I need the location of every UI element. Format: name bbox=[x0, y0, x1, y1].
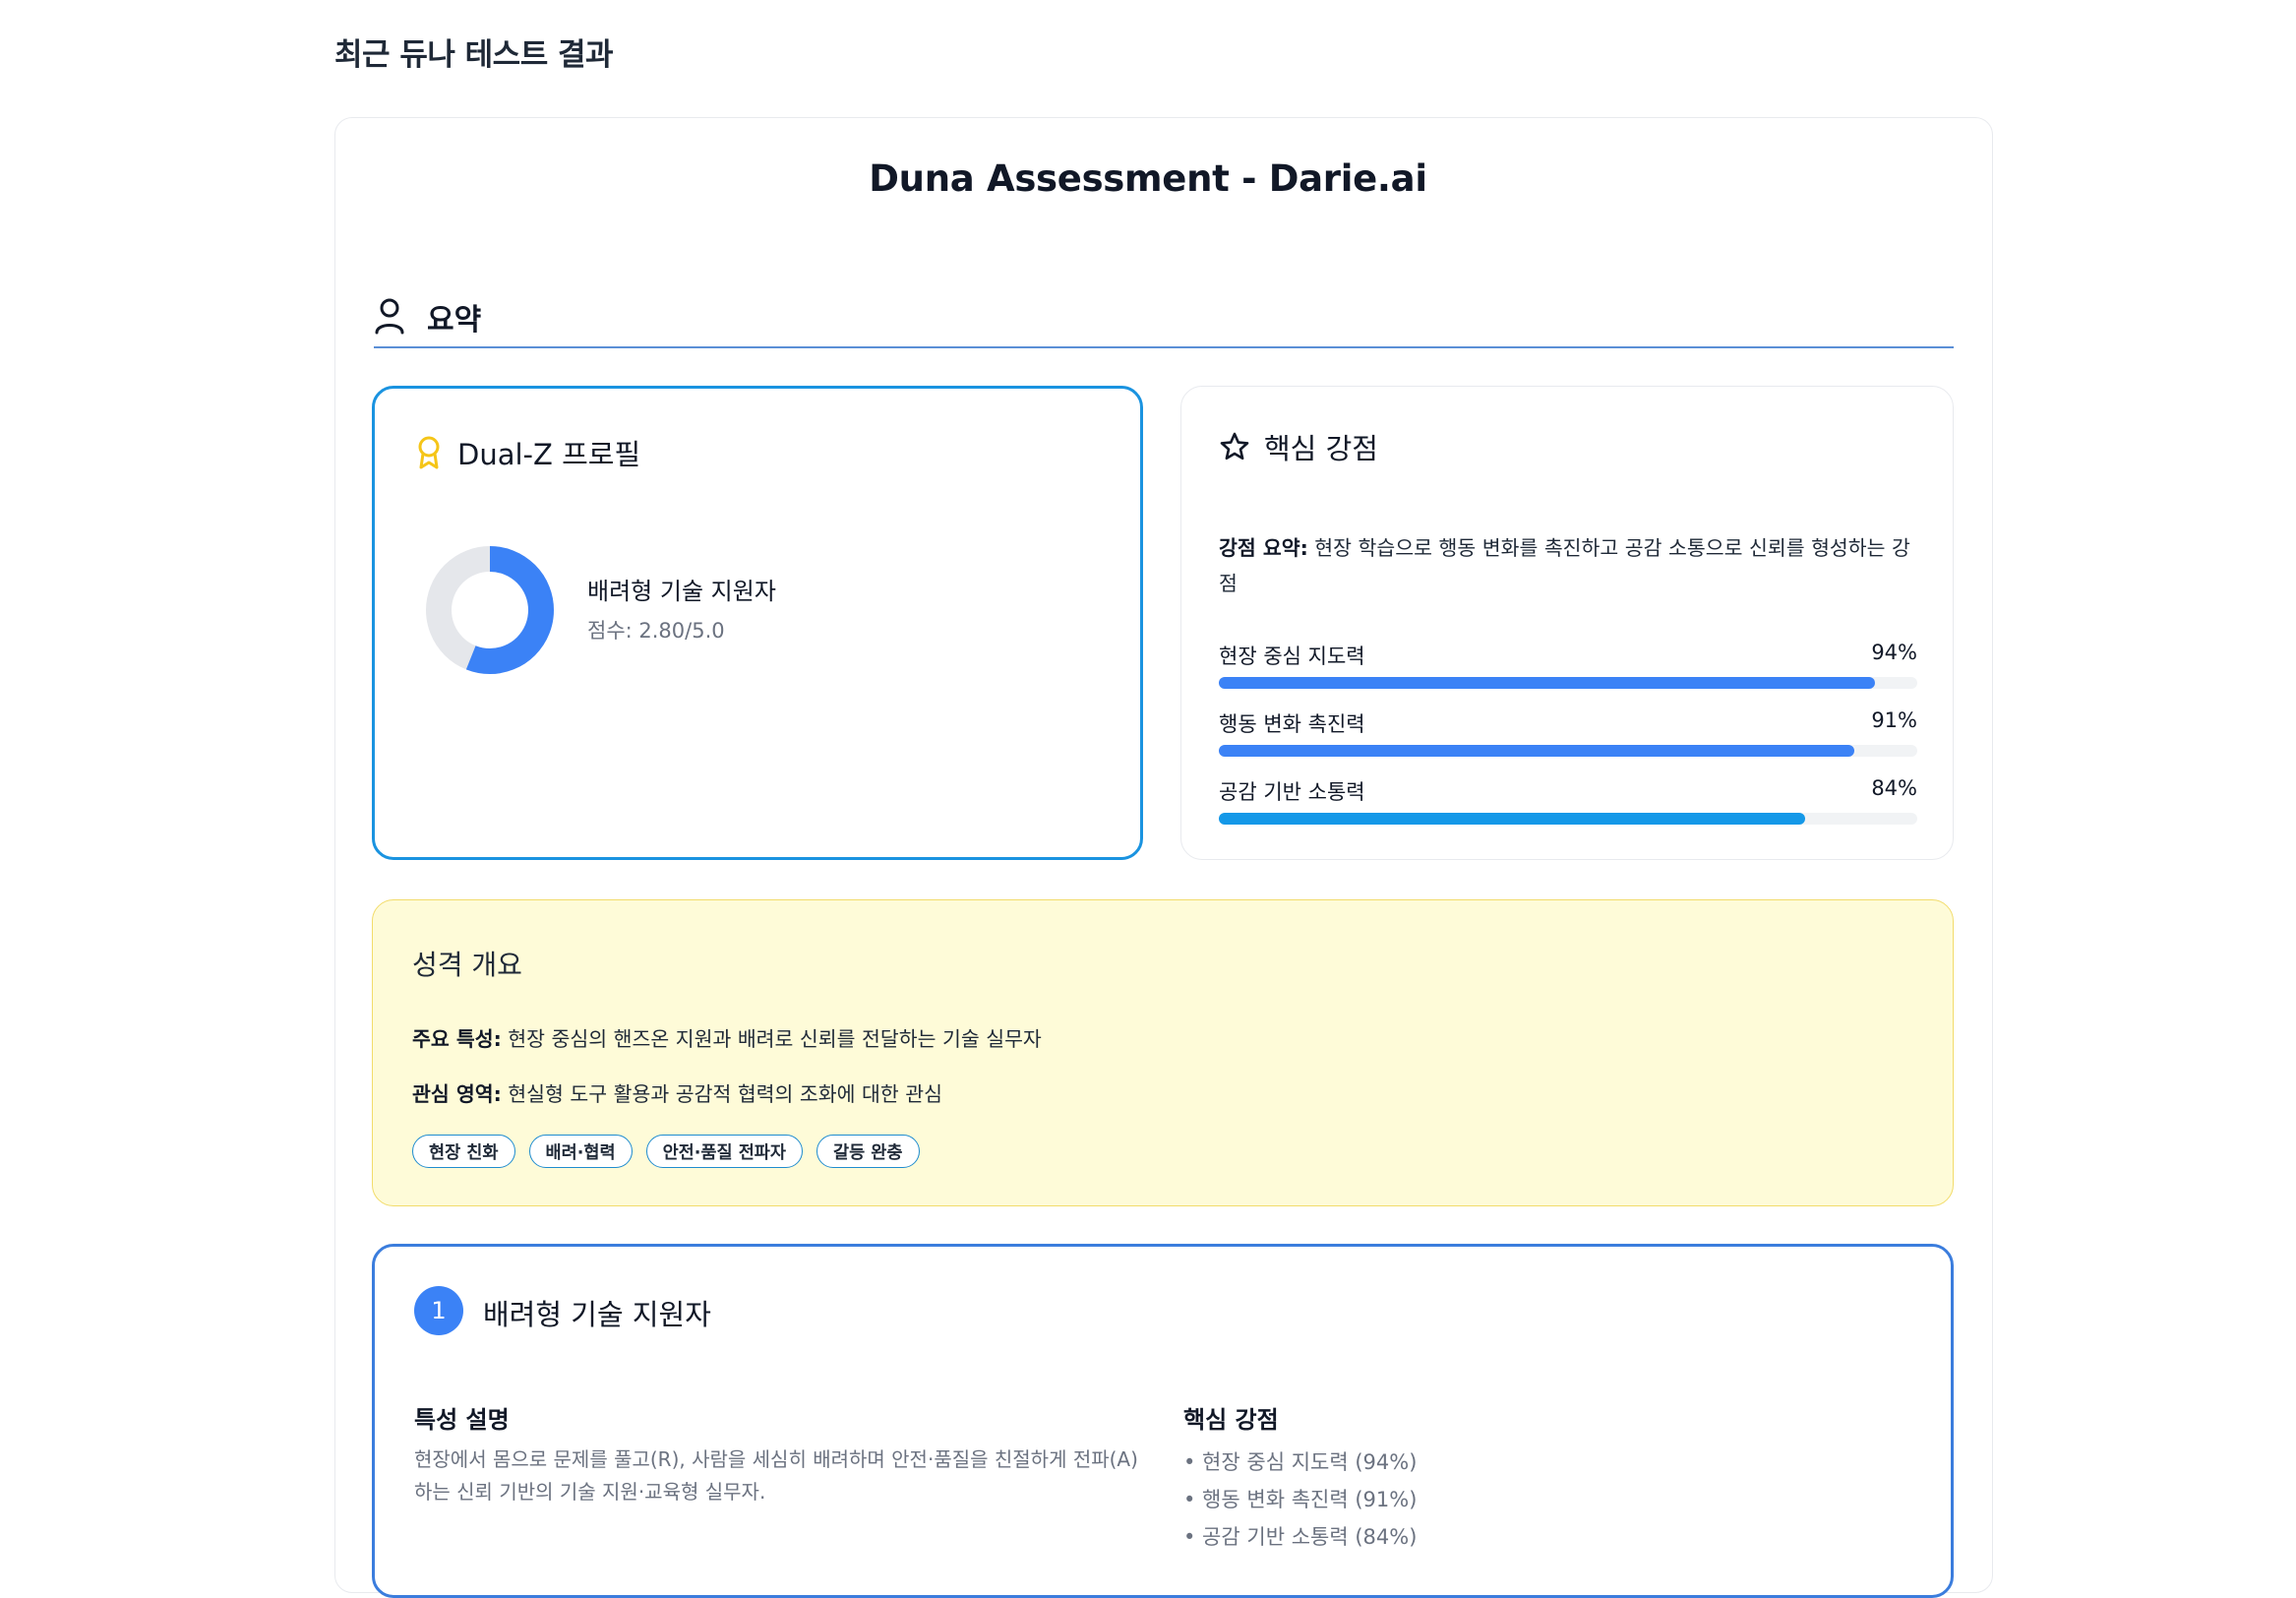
strength-bar-track bbox=[1219, 745, 1917, 757]
type-strengths-list: • 현장 중심 지도력 (94%) • 행동 변화 촉진력 (91%) • 공감… bbox=[1183, 1444, 1417, 1556]
profile-score: 점수: 2.80/5.0 bbox=[587, 619, 725, 643]
strength-card: 핵심 강점 강점 요약: 현장 학습으로 행동 변화를 촉진하고 공감 소통으로… bbox=[1180, 386, 1954, 860]
trait-tag: 갈등 완충 bbox=[816, 1135, 920, 1168]
description-text: 현장에서 몸으로 문제를 풀고(R), 사람을 세심히 배려하며 안전·품질을 … bbox=[414, 1447, 1138, 1504]
trait-tags: 현장 친화 배려·협력 안전·품질 전파자 갈등 완충 bbox=[412, 1135, 920, 1168]
strength-bar-fill bbox=[1219, 813, 1806, 825]
overview-traits: 주요 특성: 현장 중심의 핸즈온 지원과 배려로 신뢰를 전달하는 기술 실무… bbox=[412, 1022, 1042, 1052]
star-icon bbox=[1220, 432, 1249, 461]
strength-bar-label: 현장 중심 지도력 bbox=[1219, 645, 1365, 668]
list-item: • 공감 기반 소통력 (84%) bbox=[1183, 1525, 1418, 1549]
strength-summary: 강점 요약: 현장 학습으로 행동 변화를 촉진하고 공감 소통으로 신뢰를 형… bbox=[1219, 530, 1923, 601]
strength-bar-track bbox=[1219, 813, 1917, 825]
strength-bar-label: 공감 기반 소통력 bbox=[1219, 780, 1365, 804]
type-number-badge: 1 bbox=[414, 1286, 463, 1335]
strength-summary-label: 강점 요약: bbox=[1219, 536, 1308, 560]
profile-type-name: 배려형 기술 지원자 bbox=[587, 578, 776, 605]
strength-bar-percent: 84% bbox=[1871, 776, 1917, 800]
list-item: • 현장 중심 지도력 (94%) bbox=[1183, 1450, 1418, 1474]
strength-bar-label: 행동 변화 촉진력 bbox=[1219, 712, 1365, 736]
overview-interests: 관심 영역: 현실형 도구 활용과 공감적 협력의 조화에 대한 관심 bbox=[412, 1077, 942, 1107]
strength-card-title: 핵심 강점 bbox=[1264, 432, 1378, 465]
interests-label: 관심 영역: bbox=[412, 1082, 502, 1106]
report-title: Duna Assessment - Darie.ai bbox=[869, 157, 1427, 200]
trait-tag: 배려·협력 bbox=[528, 1135, 633, 1168]
interests-text: 현실형 도구 활용과 공감적 협력의 조화에 대한 관심 bbox=[501, 1082, 942, 1106]
traits-label: 주요 특성: bbox=[412, 1027, 502, 1051]
profile-card-title: Dual-Z 프로필 bbox=[457, 438, 641, 471]
strength-summary-text: 현장 학습으로 행동 변화를 촉진하고 공감 소통으로 신뢰를 형성하는 강점 bbox=[1219, 536, 1910, 595]
score-donut-chart bbox=[426, 546, 554, 674]
user-icon bbox=[375, 298, 404, 335]
strength-bar-percent: 91% bbox=[1871, 708, 1917, 732]
trait-tag: 현장 친화 bbox=[412, 1135, 515, 1168]
traits-text: 현장 중심의 핸즈온 지원과 배려로 신뢰를 전달하는 기술 실무자 bbox=[501, 1027, 1042, 1051]
page-heading: 최근 듀나 테스트 결과 bbox=[334, 37, 614, 73]
strength-bar-track bbox=[1219, 677, 1917, 689]
strength-bar-fill bbox=[1219, 677, 1876, 689]
strength-bar-fill bbox=[1219, 745, 1855, 757]
type-detail-card: 1 배려형 기술 지원자 특성 설명 현장에서 몸으로 문제를 풀고(R), 사… bbox=[372, 1244, 1954, 1598]
personality-overview-card: 성격 개요 주요 특성: 현장 중심의 핸즈온 지원과 배려로 신뢰를 전달하는… bbox=[372, 899, 1954, 1206]
overview-title: 성격 개요 bbox=[412, 949, 522, 981]
profile-card: Dual-Z 프로필 배려형 기술 지원자 점수: 2.80/5.0 bbox=[372, 386, 1143, 860]
summary-section-title: 요약 bbox=[427, 303, 482, 338]
strength-bar-percent: 94% bbox=[1871, 641, 1917, 664]
summary-section-header: 요약 bbox=[374, 287, 1954, 348]
type-strengths-title: 핵심 강점 bbox=[1183, 1406, 1279, 1434]
award-icon bbox=[418, 436, 440, 469]
trait-tag: 안전·품질 전파자 bbox=[645, 1135, 804, 1168]
list-item: • 행동 변화 촉진력 (91%) bbox=[1183, 1488, 1418, 1511]
description-title: 특성 설명 bbox=[414, 1406, 510, 1434]
type-title: 배려형 기술 지원자 bbox=[483, 1298, 711, 1331]
